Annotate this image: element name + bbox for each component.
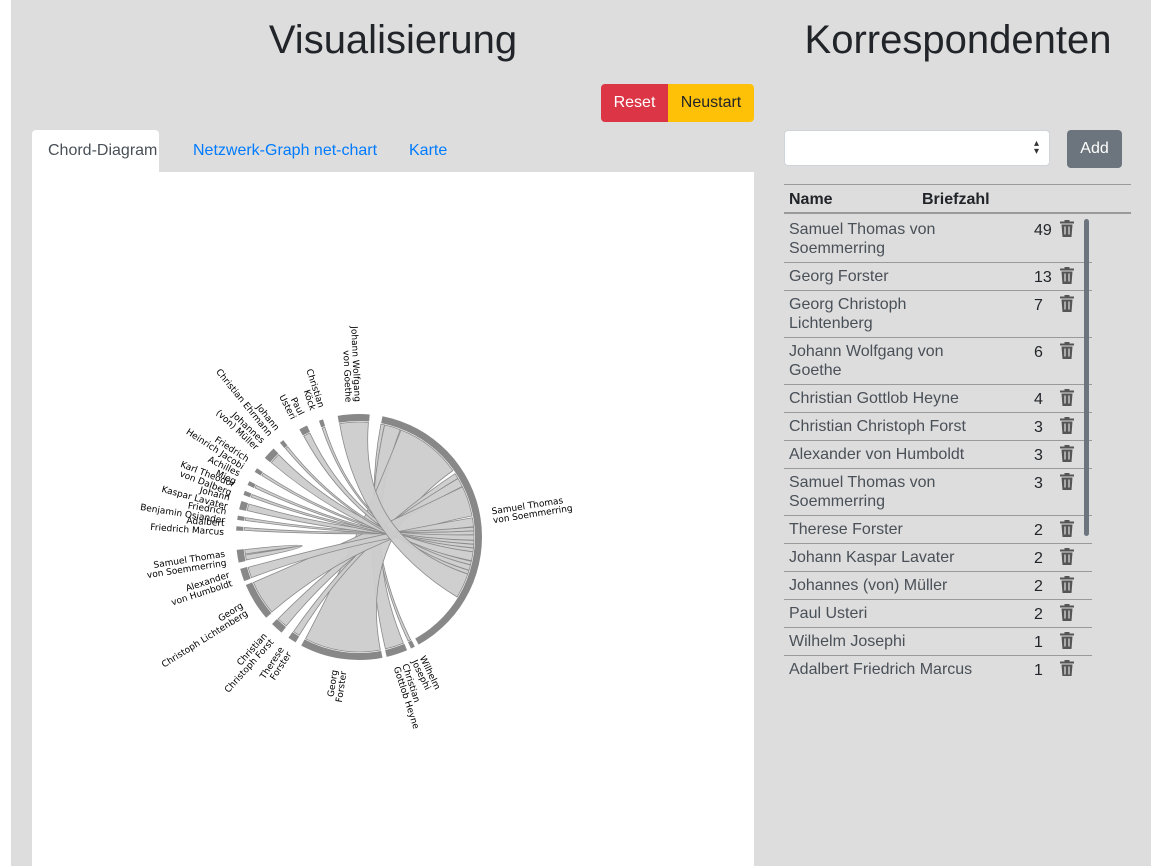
list-scrollbar-thumb[interactable] [1084,219,1089,536]
letter-count: 2 [1034,606,1043,623]
chord-group-arc[interactable] [337,414,370,423]
trash-icon[interactable] [1060,520,1076,538]
table-row: Therese Forster 2 [784,516,1092,544]
trash-icon[interactable] [1060,604,1076,622]
table-row: Christian Christoph Forst 3 [784,413,1092,441]
trash-icon[interactable] [1060,548,1076,566]
letter-count: 1 [1034,634,1043,651]
correspondent-name: Georg Christoph Lichtenberg [789,296,907,332]
chord-diagram-panel: Samuel Thomas von Soemmerring Wilhelm Josep… [32,172,754,866]
table-row: Wilhelm Josephi 1 [784,628,1092,656]
correspondent-select[interactable]: ▴ ▾ [784,130,1050,166]
letter-count: 2 [1034,522,1043,539]
correspondent-name: Georg Forster [789,268,889,285]
add-button[interactable]: Add [1067,130,1122,168]
correspondent-list[interactable]: Samuel Thomas von Soemmerring 49 Georg For… [784,216,1092,676]
table-row: Johannes (von) Müller 2 [784,572,1092,600]
table-row: Georg Christoph Lichtenberg 7 [784,291,1092,338]
chord-group-label: GeorgForster [327,669,350,703]
letter-count: 7 [1034,297,1043,314]
table-row: Samuel Thomas von Soemmerring 49 [784,216,1092,263]
column-header-name: Name [789,191,833,208]
trash-icon[interactable] [1060,220,1076,238]
chord-group-arc[interactable] [236,526,244,531]
page-background: Visualisierung Korrespondenten Reset Neu… [11,0,1151,866]
chord-group-label: Johann Wolfgangvon Goethe [340,325,361,403]
trash-icon[interactable] [1060,660,1076,676]
chord-group-arc[interactable] [254,468,263,476]
select-caret-icon: ▴ ▾ [1033,138,1039,157]
correspondent-name: Wilhelm Josephi [789,633,906,650]
chord-diagram: Samuel Thomasvon SoemmerringWilhelmJosep… [139,325,573,731]
correspondent-name: Alexander von Humboldt [789,446,965,463]
chord-group-arc[interactable] [247,481,256,488]
trash-icon[interactable] [1060,267,1076,285]
restart-button[interactable]: Neustart [668,84,754,122]
table-row: Johann Kaspar Lavater 2 [784,544,1092,572]
table-header: Name Briefzahl [784,184,1131,214]
chord-group-label: Samuel Thomasvon Soemmerring [491,496,573,526]
correspondent-name: Paul Usteri [789,605,868,622]
chord-group-arc[interactable] [236,549,246,563]
letter-count: 13 [1034,269,1052,286]
correspondent-name: Christian Christoph Forst [789,418,966,435]
chord-group-arc[interactable] [237,515,245,521]
chord-group-arc[interactable] [318,419,326,428]
chord-group-label: PaulUsteri [276,393,305,421]
trash-icon[interactable] [1060,389,1076,407]
correspondent-name: Samuel Thomas von Soemmerring [789,474,936,510]
tab-network-graph[interactable]: Netzwerk-Graph net-chart [177,130,393,172]
letter-count: 3 [1034,447,1043,464]
trash-icon[interactable] [1060,342,1076,360]
table-row: Georg Forster 13 [784,263,1092,291]
letter-count: 1 [1034,662,1043,676]
table-row: Samuel Thomas von Soemmerring 3 [784,469,1092,516]
letter-count: 4 [1034,391,1043,408]
letter-count: 49 [1034,222,1052,239]
trash-icon[interactable] [1060,445,1076,463]
trash-icon[interactable] [1060,295,1076,313]
trash-icon[interactable] [1060,632,1076,650]
table-row: Paul Usteri 2 [784,600,1092,628]
trash-icon[interactable] [1060,576,1076,594]
tab-map[interactable]: Karte [393,130,463,172]
trash-icon[interactable] [1060,417,1076,435]
correspondent-name: Therese Forster [789,521,903,538]
correspondent-name: Christian Gottlob Heyne [789,390,959,407]
tab-chord-diagram[interactable]: Chord-Diagram [32,130,159,172]
chord-group-arc[interactable] [243,490,252,498]
table-row: Christian Gottlob Heyne 4 [784,385,1092,413]
correspondents-title: Korrespondenten [804,18,1112,62]
correspondent-name: Johann Kaspar Lavater [789,549,955,566]
correspondent-name: Samuel Thomas von Soemmerring [789,221,936,257]
correspondent-name: Adalbert Friedrich Marcus [789,661,973,676]
letter-count: 6 [1034,344,1043,361]
visualization-title: Visualisierung [268,18,518,62]
letter-count: 3 [1034,475,1043,492]
table-row: Alexander von Humboldt 3 [784,441,1092,469]
column-header-count: Briefzahl [922,191,990,208]
table-row: Johann Wolfgang von Goethe 6 [784,338,1092,385]
chord-group-arc[interactable] [279,440,288,449]
chord-group-arc[interactable] [408,640,415,649]
letter-count: 2 [1034,578,1043,595]
correspondent-name: Johann Wolfgang von Goethe [789,343,944,379]
trash-icon[interactable] [1060,473,1076,491]
chord-group-arc[interactable] [239,501,249,511]
letter-count: 3 [1034,419,1043,436]
correspondent-name: Johannes (von) Müller [789,577,948,594]
reset-button[interactable]: Reset [601,84,668,122]
table-row: Adalbert Friedrich Marcus 1 [784,656,1092,676]
chord-label-line: von Goethe [340,350,352,403]
letter-count: 2 [1034,550,1043,567]
